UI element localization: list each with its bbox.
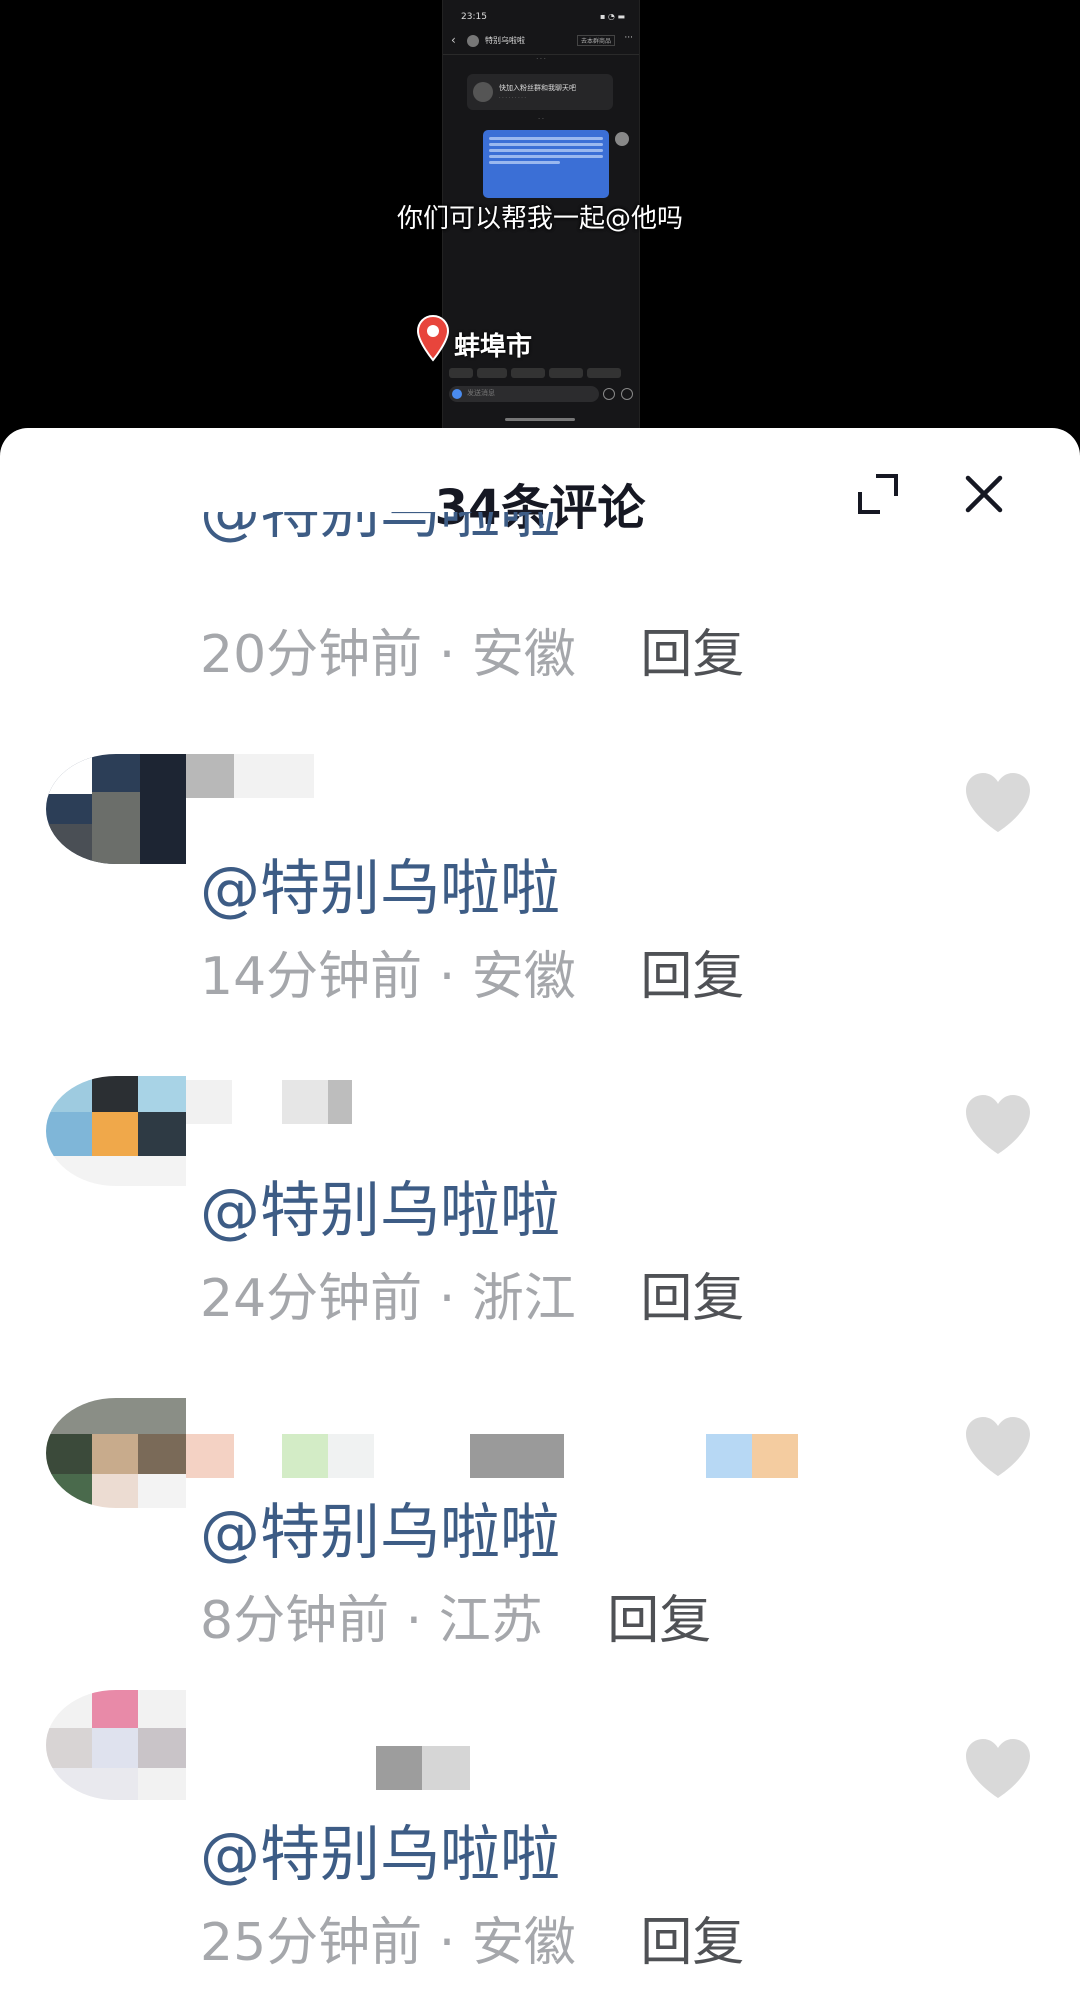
avatar[interactable] xyxy=(46,1076,186,1186)
close-icon[interactable] xyxy=(960,470,1008,518)
comment-meta: 14分钟前 · 安徽 回复 xyxy=(200,934,744,1009)
phone-emoji-icon xyxy=(603,388,615,400)
phone-chat-title: 特别乌啦啦 xyxy=(485,36,525,45)
blurred-username xyxy=(186,754,346,798)
reply-button[interactable]: 回复 xyxy=(640,1913,744,1973)
location-tag[interactable]: 蚌埠市 xyxy=(454,326,532,363)
comment-region: 安徽 xyxy=(471,947,576,1007)
video-caption: 你们可以帮我一起@他吗 xyxy=(396,204,683,234)
phone-message-bubble xyxy=(483,130,609,198)
expand-icon[interactable] xyxy=(856,472,900,516)
phone-group-card: 快加入粉丝群和我聊天吧 · · · · · · · · · xyxy=(467,74,613,110)
comment-time: 24分钟前 xyxy=(200,1269,423,1329)
phone-message-input: 发送消息 xyxy=(449,386,599,402)
comment-region: 浙江 xyxy=(471,1269,576,1329)
comment-meta: 20分钟前 · 安徽 回复 xyxy=(200,612,744,687)
meta-dot: · xyxy=(438,625,472,685)
phone-chat-header: ‹ 特别乌啦啦 去本群商品 ··· xyxy=(443,30,639,55)
comment-meta: 24分钟前 · 浙江 回复 xyxy=(200,1256,744,1331)
comment-sheet: 34条评论 @特别乌啦啦 20分钟前 · 安徽 回复 @特别乌啦啦 14分钟前 … xyxy=(0,428,1080,2006)
phone-card-avatar xyxy=(473,82,493,102)
phone-card-subtitle: · · · · · · · · · xyxy=(499,95,527,101)
comment-handle[interactable]: @特别乌啦啦 xyxy=(200,840,560,927)
phone-status-icons: ▪ ◔ ▬ xyxy=(599,12,625,21)
meta-dot: · xyxy=(438,947,472,1007)
comment-region: 江苏 xyxy=(438,1591,543,1651)
blurred-username xyxy=(186,1434,826,1478)
blurred-username xyxy=(186,1080,366,1124)
meta-dot: · xyxy=(438,1269,472,1329)
phone-plus-icon xyxy=(621,388,633,400)
meta-dot: · xyxy=(438,1913,472,1973)
phone-back-icon: ‹ xyxy=(451,33,456,47)
reply-button[interactable]: 回复 xyxy=(640,1269,744,1329)
avatar[interactable] xyxy=(46,1690,186,1800)
comment-time: 25分钟前 xyxy=(200,1913,423,1973)
location-pin-icon xyxy=(416,314,450,362)
phone-card-title: 快加入粉丝群和我聊天吧 xyxy=(499,84,576,92)
comment-time: 14分钟前 xyxy=(200,947,423,1007)
comment-region: 安徽 xyxy=(471,1913,576,1973)
phone-input-icon xyxy=(452,389,462,399)
comment-region: 安徽 xyxy=(471,625,576,685)
avatar[interactable] xyxy=(46,754,186,864)
comment-handle-partial[interactable]: @特别乌啦啦 xyxy=(200,512,700,572)
phone-input-placeholder: 发送消息 xyxy=(467,389,495,397)
heart-icon[interactable] xyxy=(962,1736,1034,1802)
meta-dot: · xyxy=(405,1591,439,1651)
reply-button[interactable]: 回复 xyxy=(640,947,744,1007)
comment-time: 20分钟前 xyxy=(200,625,423,685)
blurred-username xyxy=(186,1746,526,1790)
phone-chat-timestamp: · · · xyxy=(536,56,546,63)
reply-button[interactable]: 回复 xyxy=(640,625,744,685)
phone-quick-chips xyxy=(449,368,639,378)
phone-more-icon: ··· xyxy=(624,33,633,43)
comment-meta: 25分钟前 · 安徽 回复 xyxy=(200,1900,744,1975)
reply-button[interactable]: 回复 xyxy=(607,1591,711,1651)
heart-icon[interactable] xyxy=(962,1414,1034,1480)
comment-handle-text: @特别乌啦啦 xyxy=(200,512,560,547)
phone-chat-timestamp-2: · · xyxy=(538,116,544,123)
comment-handle[interactable]: @特别乌啦啦 xyxy=(200,1806,560,1893)
phone-my-avatar xyxy=(615,132,629,146)
phone-header-button: 去本群商品 xyxy=(576,35,615,46)
heart-icon[interactable] xyxy=(962,770,1034,836)
comment-handle[interactable]: @特别乌啦啦 xyxy=(200,1484,560,1571)
comment-handle[interactable]: @特别乌啦啦 xyxy=(200,1162,560,1249)
video-player[interactable]: 23:15 ▪ ◔ ▬ ‹ 特别乌啦啦 去本群商品 ··· · · · 快加入粉… xyxy=(0,0,1080,450)
phone-home-indicator xyxy=(505,418,575,421)
comment-meta: 8分钟前 · 江苏 回复 xyxy=(200,1578,711,1653)
heart-icon[interactable] xyxy=(962,1092,1034,1158)
avatar[interactable] xyxy=(46,1398,186,1508)
phone-status-time: 23:15 xyxy=(461,12,487,22)
comment-time: 8分钟前 xyxy=(200,1591,390,1651)
phone-chat-avatar xyxy=(467,35,479,47)
